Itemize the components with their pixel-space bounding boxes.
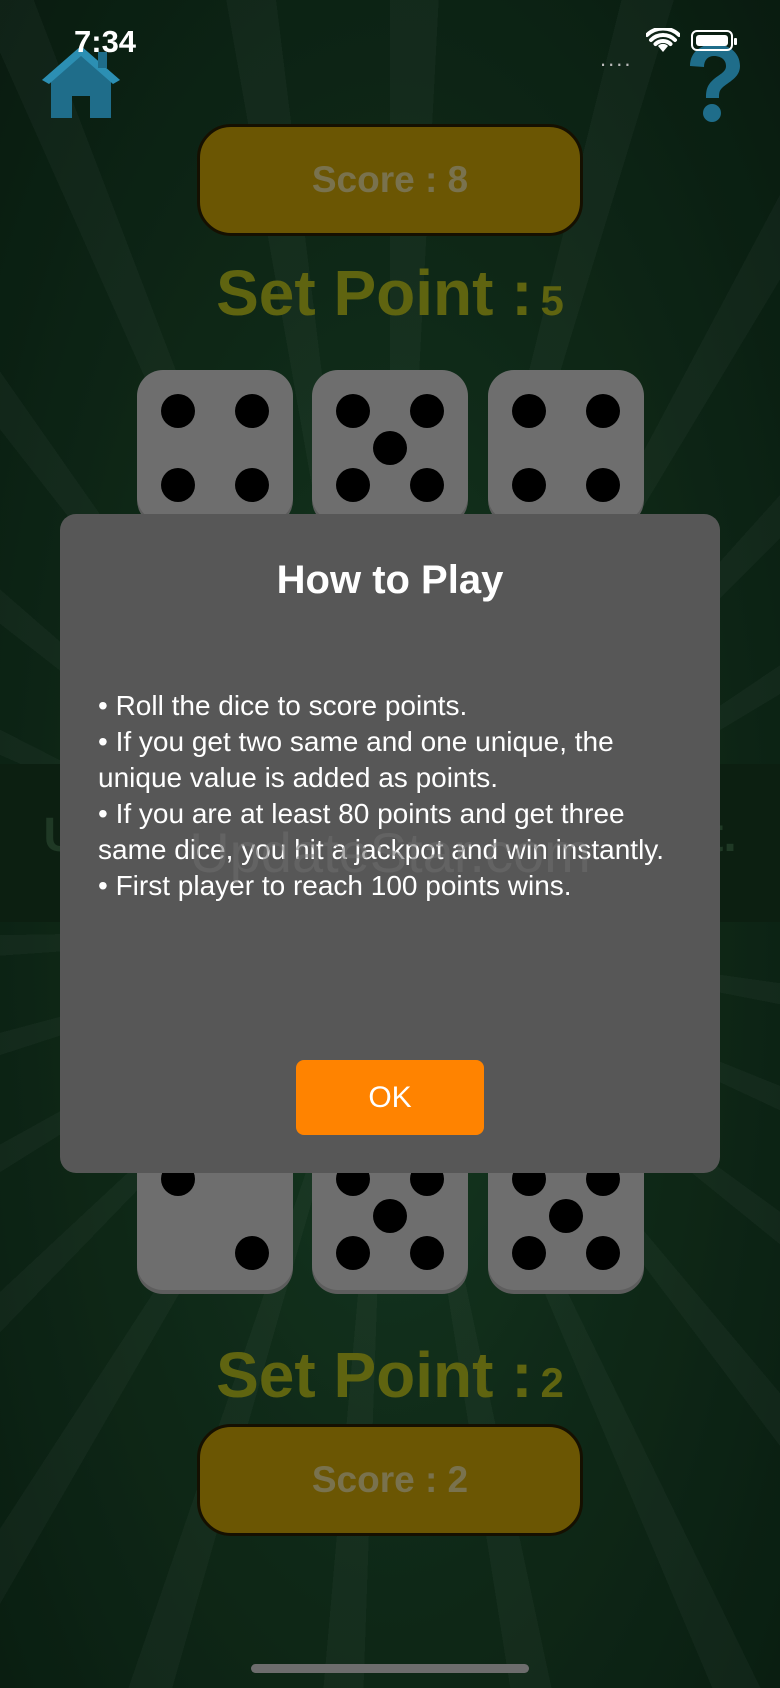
ok-button[interactable]: OK <box>296 1060 484 1135</box>
status-time: 7:34 <box>74 24 137 59</box>
battery-icon <box>691 30 737 51</box>
signal-icon: .... <box>600 46 633 71</box>
rule-item: • If you get two same and one unique, th… <box>98 726 614 793</box>
watermark: UpdateStar.com <box>189 821 591 884</box>
wifi-icon <box>646 28 680 52</box>
home-indicator[interactable] <box>251 1664 529 1673</box>
rule-item: • Roll the dice to score points. <box>98 690 468 721</box>
dialog-title: How to Play <box>276 558 504 602</box>
status-bar: 7:34 .... <box>0 0 780 90</box>
